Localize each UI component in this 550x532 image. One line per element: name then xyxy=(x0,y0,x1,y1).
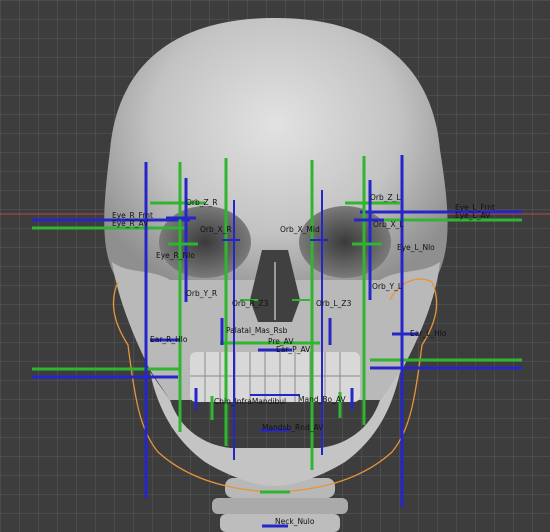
label-orb-z-l: Orb_Z_L xyxy=(370,193,401,202)
label-ear-r-hlo: Ear_R_Hlo xyxy=(150,335,188,344)
3d-viewport[interactable]: Eye_R_Frnt Eye_R_AV Eye_L_Frnt Eye_L_AV … xyxy=(0,0,550,532)
label-eye-r-av: Eye_R_AV xyxy=(112,219,149,228)
label-orb-y-r: Orb_Y_R xyxy=(186,289,217,298)
label-eye-l-nlo: Eye_L_Nlo xyxy=(397,243,435,252)
label-mandsp-av: Mandsb_Rnd_AV xyxy=(262,423,324,432)
label-ear-l-hlo: Ear_L_Hlo xyxy=(410,329,447,338)
viewport-canvas[interactable]: Eye_R_Frnt Eye_R_AV Eye_L_Frnt Eye_L_AV … xyxy=(0,0,550,532)
label-ear-av: Ear_P_AV xyxy=(276,345,311,354)
label-orb-x-mid: Orb_X_Mid xyxy=(280,225,320,234)
label-eye-r-nlo: Eye_R_Nlo xyxy=(156,251,195,260)
label-orb-x-l: Orb_X_L xyxy=(373,220,404,229)
label-orb-y-l: Orb_Y_L xyxy=(372,282,403,291)
label-mand-av: Mand_Bo_AV xyxy=(298,395,346,404)
label-orb-l-z3: Orb_L_Z3 xyxy=(316,299,352,308)
label-orb-x-r: Orb_X_R xyxy=(200,225,232,234)
label-orb-r-z3: Orb_R_Z3 xyxy=(232,299,269,308)
label-neck-nulo: Neck_Nulo xyxy=(275,517,315,526)
label-mand-infra: Chin_InfraMandibul xyxy=(214,397,286,406)
label-eye-l-av: Eye_L_AV xyxy=(455,211,491,220)
label-orb-z-r: Orb_Z_R xyxy=(186,198,218,207)
label-palatal: Palatal_Mas_Rsb xyxy=(226,326,288,335)
